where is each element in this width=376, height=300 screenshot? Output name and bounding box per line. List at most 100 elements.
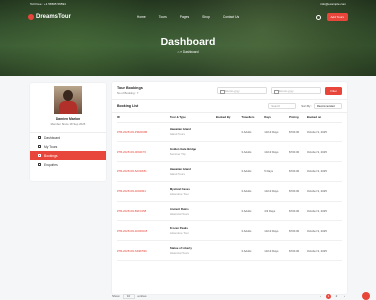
sidebar-item-enquiries[interactable]: Enquiries	[30, 160, 106, 169]
table-row[interactable]: #TB-2025103-5A0DF81 Hawaiian Island Island…	[117, 161, 342, 182]
tour-cell: Ancient Ruins Historical Tours	[169, 201, 216, 222]
table-footer: Show 10 entries ‹ 1 2 ›	[112, 292, 347, 300]
tour-cell: Golden Gate Bridge Summer Trip	[169, 141, 216, 163]
tour-name[interactable]: Frozen Peaks	[170, 226, 216, 230]
sidebar-item-dashboard[interactable]: Dashboard	[30, 133, 106, 142]
table-row[interactable]: #TB-2025103-B2F0158 Ancient Ruins Historic…	[117, 201, 342, 222]
nav-tours[interactable]: Tours	[159, 15, 167, 19]
date-to-input[interactable]: dd-mm-yyyy	[271, 87, 322, 95]
booking-id[interactable]: #TB-2025103-B2F0158	[117, 201, 170, 222]
booked-by-cell	[215, 141, 242, 163]
table-row[interactable]: #TB-2025103-0094F76 Golden Gate Bridge Sum…	[117, 141, 342, 163]
col-booked-on[interactable]: Booked on	[306, 113, 342, 123]
price-cell: $700.00	[289, 201, 307, 222]
bookings-title: Tour Bookings	[117, 86, 143, 90]
sidebar-item-bookings[interactable]: Bookings	[30, 151, 106, 160]
profile-icon[interactable]	[315, 14, 321, 20]
add-tours-button[interactable]: Add Tours	[326, 13, 348, 21]
price-cell: $700.00	[289, 122, 307, 143]
col-days[interactable]: Days	[264, 113, 290, 123]
tours-icon	[38, 145, 41, 148]
booking-id[interactable]: #TB-2025103-PM2000B	[117, 122, 170, 143]
page-1[interactable]: 1	[326, 293, 331, 299]
tour-name[interactable]: Hawaiian Island	[170, 167, 216, 171]
enquiries-icon	[38, 163, 41, 166]
table-row[interactable]: #TB-2025103-4094964 Mystical Caves Adventu…	[117, 181, 342, 202]
prev-page-button[interactable]: ‹	[318, 294, 323, 299]
col-tour[interactable]: Tour & Type	[169, 113, 216, 123]
booking-id[interactable]: #TB-2025103-1D0D9C8	[117, 220, 170, 242]
booking-id[interactable]: #TB-2025103-SD9F596	[117, 240, 170, 262]
days-cell: 14/13 Days	[264, 240, 290, 262]
tour-name[interactable]: Statue of Liberty	[170, 246, 216, 250]
days-cell: 14/13 Days	[264, 122, 290, 143]
nav-shop[interactable]: Shop	[202, 15, 210, 19]
scroll-top-button[interactable]	[362, 292, 370, 300]
price-cell: $700.00	[289, 240, 307, 262]
col-travellers[interactable]: Travellers	[241, 113, 265, 123]
travellers-cell: 3 Adults	[241, 240, 265, 262]
table-row[interactable]: #TB-2025103-1D0D9C8 Frozen Peaks Adventure…	[117, 220, 342, 242]
tour-cell: Hawaiian Island Island Tours	[169, 122, 216, 143]
pagination: ‹ 1 2 ›	[318, 293, 347, 299]
travellers-cell: 3 Adults	[241, 141, 265, 163]
page-2[interactable]: 2	[334, 294, 339, 299]
profile-name: Damien Marlon	[55, 117, 81, 121]
booking-list-title: Booking List	[117, 104, 139, 108]
filter-button[interactable]: Filter	[325, 86, 342, 95]
days-cell: 5 Days	[264, 161, 290, 182]
email-text[interactable]: info@example.com	[320, 2, 346, 6]
booking-id[interactable]: #TB-2025103-4094964	[117, 181, 170, 202]
tour-name[interactable]: Mystical Caves	[170, 187, 216, 191]
entries-select[interactable]: 10	[122, 293, 135, 299]
entries-label: entries	[137, 294, 147, 298]
bookings-icon	[38, 154, 41, 157]
logo[interactable]: DreamsTour	[28, 14, 71, 20]
col-id[interactable]: ID	[117, 113, 170, 123]
booked-by-cell	[215, 122, 242, 143]
nav-home[interactable]: Home	[137, 15, 146, 19]
days-cell: 14/13 Days	[264, 141, 290, 163]
nav-contact[interactable]: Contact Us	[223, 15, 239, 19]
travellers-cell: 3 Adults	[241, 201, 265, 222]
booked-on-cell: October 9, 2025	[306, 122, 342, 143]
nav-pages[interactable]: Pages	[180, 15, 189, 19]
col-booked-by[interactable]: Booked By	[215, 113, 242, 123]
date-from-input[interactable]: dd-mm-yyyy	[217, 87, 268, 95]
tour-type: Historical Tours	[169, 211, 189, 216]
tour-type: Summer Trip	[169, 152, 186, 157]
member-since: Member Since 18 Sep 2025	[50, 122, 86, 126]
booked-on-cell: October 9, 2025	[306, 201, 342, 222]
tour-cell: Hawaiian Island Island Tours	[169, 161, 216, 182]
tour-name[interactable]: Ancient Ruins	[170, 207, 216, 211]
sort-select[interactable]: Recommended	[314, 103, 342, 109]
price-cell: $700.00	[289, 181, 307, 202]
col-pricing[interactable]: Pricing	[289, 113, 307, 123]
days-cell: 14/13 Days	[264, 181, 290, 202]
travellers-cell: 3 Adults	[241, 122, 265, 143]
tour-name[interactable]: Hawaiian Island	[170, 127, 216, 131]
search-input[interactable]: Search	[268, 103, 297, 109]
next-page-button[interactable]: ›	[342, 294, 347, 299]
booking-id[interactable]: #TB-2025103-5A0DF81	[117, 161, 170, 182]
booking-id[interactable]: #TB-2025103-0094F76	[117, 141, 170, 163]
page-title: Dashboard	[160, 36, 216, 48]
bookings-table: ID Tour & Type Booked By Travellers Days…	[117, 113, 342, 262]
sidebar-item-my-tours[interactable]: My Tours	[30, 142, 106, 151]
booked-by-cell	[215, 181, 242, 202]
travellers-cell: 3 Adults	[241, 161, 265, 182]
phone-text: Toll Free : +1 56565 56594	[30, 2, 66, 6]
table-row[interactable]: #TB-2025103-PM2000B Hawaiian Island Island…	[117, 122, 342, 143]
table-row[interactable]: #TB-2025103-SD9F596 Statue of Liberty Hist…	[117, 240, 342, 262]
logo-text: DreamsTour	[36, 14, 71, 20]
top-bar: Toll Free : +1 56565 56594 info@example.…	[0, 0, 376, 8]
tour-type: Historical Tours	[169, 251, 189, 256]
tour-cell: Mystical Caves Adventure Tour	[169, 181, 216, 202]
tour-type: Island Tours	[169, 132, 185, 137]
show-label: Show	[112, 294, 120, 298]
tour-name[interactable]: Golden Gate Bridge	[170, 147, 216, 151]
breadcrumb[interactable]: ⌂ » Dashboard	[0, 50, 376, 54]
sidebar: Damien Marlon Member Since 18 Sep 2025 D…	[30, 83, 106, 181]
booked-by-cell	[215, 220, 242, 242]
booked-on-cell: October 9, 2025	[306, 161, 342, 182]
